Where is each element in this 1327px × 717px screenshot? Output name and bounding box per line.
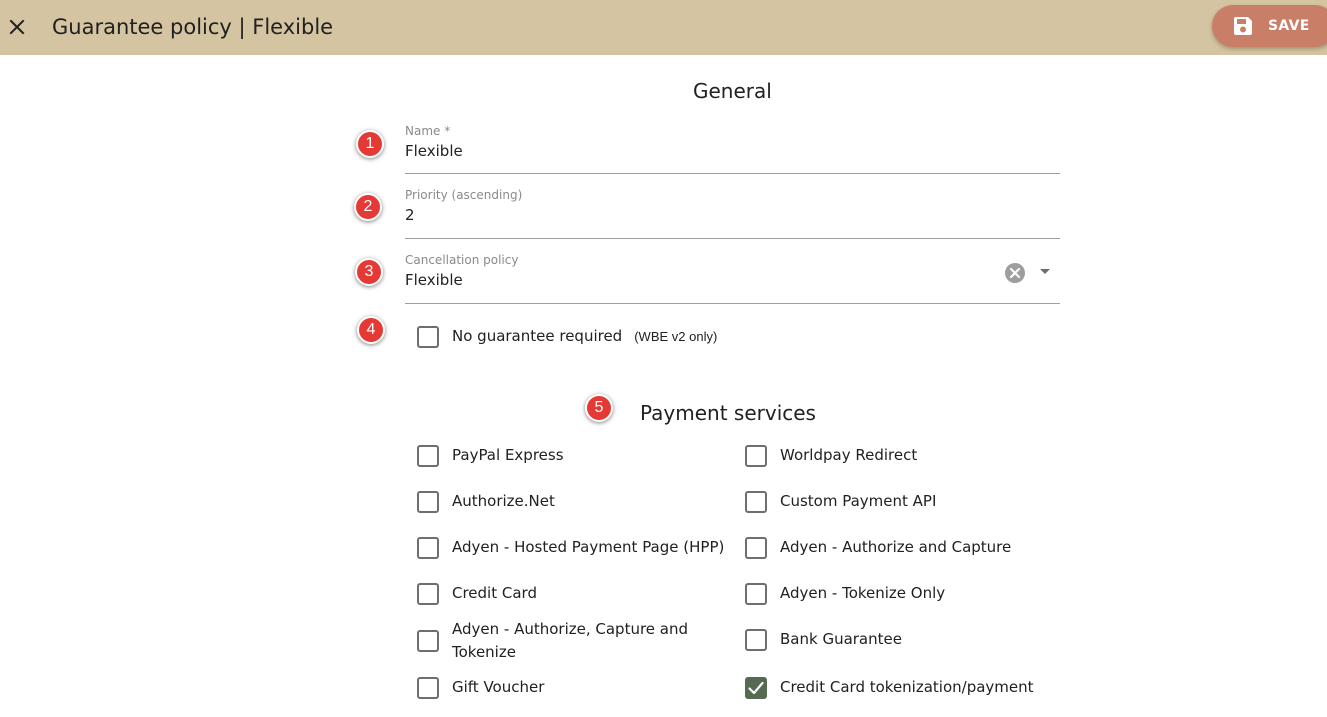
payment-option-credit-card-tokenization[interactable]: Credit Card tokenization/payment [745, 676, 1034, 699]
payment-option-custom-payment-api[interactable]: Custom Payment API [745, 490, 936, 513]
payment-option-adyen-authorize-capture-tokenize[interactable]: Adyen - Authorize, Capture and Tokenize [417, 618, 702, 664]
no-guarantee-checkbox-box[interactable] [417, 325, 439, 348]
checkbox-box[interactable] [745, 582, 767, 605]
annotation-marker-5: 5 [585, 394, 613, 422]
checkbox-box[interactable] [417, 582, 439, 605]
payment-option-paypal-express[interactable]: PayPal Express [417, 444, 564, 467]
payment-option-label: Adyen - Tokenize Only [780, 584, 946, 602]
checkbox-box[interactable] [417, 444, 439, 467]
floppy-disk-icon [1234, 17, 1252, 35]
page-title: Guarantee policy | Flexible [52, 15, 334, 39]
save-button[interactable]: SAVE [1212, 5, 1327, 47]
payment-option-label: Adyen - Hosted Payment Page (HPP) [452, 538, 725, 556]
checkbox-box[interactable] [417, 490, 439, 513]
checkbox-box[interactable] [417, 630, 439, 652]
cancellation-policy-label: Cancellation policy [405, 253, 519, 267]
payment-option-credit-card[interactable]: Credit Card [417, 582, 537, 605]
payment-services-title: Payment services [640, 401, 816, 425]
payment-option-label: Custom Payment API [780, 492, 937, 510]
no-guarantee-label: No guarantee required [452, 327, 623, 345]
chevron-down-icon[interactable] [1039, 268, 1051, 276]
annotation-marker-4: 4 [357, 316, 385, 344]
payment-option-label: Credit Card tokenization/payment [780, 678, 1034, 696]
checkbox-box[interactable] [417, 536, 439, 559]
payment-option-gift-voucher[interactable]: Gift Voucher [417, 676, 544, 699]
cancellation-policy-value: Flexible [405, 271, 463, 289]
payment-option-label: Worldpay Redirect [780, 446, 918, 464]
payment-option-label: PayPal Express [452, 446, 564, 464]
payment-option-adyen-tokenize-only[interactable]: Adyen - Tokenize Only [745, 582, 945, 605]
general-section-title: General [693, 79, 772, 103]
wbe-v2-note: (WBE v2 only) [634, 329, 718, 344]
payment-option-adyen-authorize-capture[interactable]: Adyen - Authorize and Capture [745, 536, 1011, 559]
payment-option-authorize-net[interactable]: Authorize.Net [417, 490, 555, 513]
checkbox-box-checked[interactable] [745, 676, 767, 699]
payment-option-label: Gift Voucher [452, 678, 545, 696]
checkbox-box[interactable] [745, 536, 767, 559]
checkbox-box[interactable] [417, 676, 439, 699]
checkbox-box[interactable] [745, 444, 767, 467]
name-field[interactable]: Name * Flexible [405, 118, 1060, 174]
priority-field[interactable]: Priority (ascending) 2 [405, 183, 1060, 239]
payment-option-worldpay-redirect[interactable]: Worldpay Redirect [745, 444, 917, 467]
annotation-marker-1: 1 [356, 130, 384, 158]
no-guarantee-checkbox[interactable]: No guarantee required (WBE v2 only) [417, 325, 717, 348]
payment-option-label: Adyen - Authorize and Capture [780, 538, 1012, 556]
cancellation-policy-select[interactable]: Cancellation policy Flexible [405, 248, 1060, 304]
save-button-label: SAVE [1268, 18, 1310, 34]
checkbox-box[interactable] [745, 490, 767, 513]
payment-option-bank-guarantee[interactable]: Bank Guarantee [745, 628, 902, 651]
priority-field-label: Priority (ascending) [405, 188, 523, 202]
annotation-marker-2: 2 [354, 193, 382, 221]
top-toolbar: Guarantee policy | Flexible SAVE [0, 0, 1327, 55]
payment-option-label: Bank Guarantee [780, 630, 902, 648]
payment-option-label: Credit Card [452, 584, 537, 602]
annotation-marker-3: 3 [355, 258, 383, 286]
close-icon [9, 19, 25, 35]
priority-field-value[interactable]: 2 [405, 205, 415, 225]
payment-option-label: Adyen - Authorize, Capture and Tokenize [452, 620, 689, 661]
checkbox-box[interactable] [745, 628, 767, 651]
name-field-label: Name * [405, 124, 451, 138]
close-button[interactable] [2, 10, 32, 44]
name-field-value[interactable]: Flexible [405, 141, 463, 161]
payment-option-label: Authorize.Net [452, 492, 555, 510]
checkmark-icon [748, 681, 764, 694]
clear-selection-icon[interactable] [1004, 262, 1026, 284]
payment-option-adyen-hpp[interactable]: Adyen - Hosted Payment Page (HPP) [417, 536, 724, 559]
